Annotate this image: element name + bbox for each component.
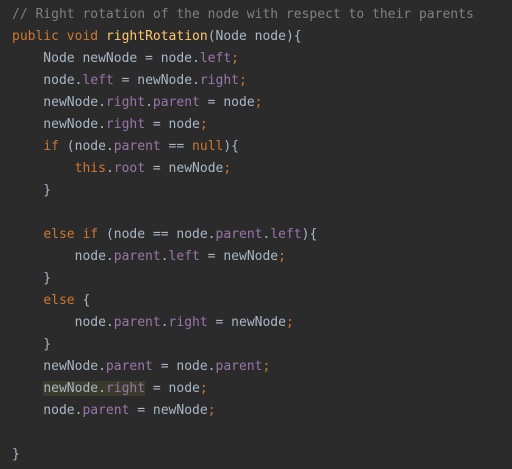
code-token: if	[43, 139, 67, 154]
code-token: right	[168, 315, 208, 330]
code-token: ;	[199, 381, 208, 396]
code-token: Node newNode = node.	[12, 51, 200, 66]
code-token: ;	[239, 73, 247, 88]
code-token: else	[43, 293, 83, 308]
code-token: ;	[231, 51, 239, 66]
code-line[interactable]: }	[12, 180, 51, 202]
code-token: ;	[223, 161, 232, 176]
code-token: = node.	[152, 359, 216, 374]
code-token: left	[168, 249, 200, 264]
code-token: newNode.	[12, 359, 106, 374]
code-line[interactable]: public void rightRotation(Node node){	[12, 26, 302, 48]
code-token: }	[12, 183, 52, 198]
code-token: ;	[262, 359, 271, 374]
code-line[interactable]: }	[12, 334, 51, 356]
code-token: }	[12, 271, 52, 286]
code-token: parent	[105, 359, 153, 374]
code-line[interactable]: else {	[12, 290, 90, 312]
code-token: rightRotation	[105, 29, 208, 44]
code-token: else	[43, 227, 83, 242]
code-token: right	[105, 95, 146, 110]
code-token: ;	[285, 315, 294, 330]
code-token: }	[12, 337, 52, 352]
code-line[interactable]: newNode.right = node;	[12, 114, 208, 136]
code-token: ){	[223, 139, 240, 154]
code-line[interactable]: if (node.parent == null){	[12, 136, 239, 158]
code-token: // Right rotation of the node with respe…	[12, 7, 474, 22]
code-token: left	[199, 51, 232, 66]
code-token: = newNode	[129, 403, 208, 418]
code-line[interactable]: node.parent.right = newNode;	[12, 312, 294, 334]
code-token: void	[66, 29, 106, 44]
highlighted-token: right	[105, 381, 146, 396]
code-line[interactable]: }	[12, 444, 20, 466]
code-token: left	[82, 73, 114, 88]
code-token: = newNode	[199, 249, 279, 264]
code-line[interactable]: newNode.parent = node.parent;	[12, 356, 270, 378]
code-line[interactable]: // Right rotation of the node with respe…	[12, 4, 474, 26]
code-token: }	[12, 447, 20, 462]
code-token: public	[12, 29, 67, 44]
code-token: node.	[12, 315, 114, 330]
code-token: parent	[152, 95, 200, 110]
code-token: parent	[215, 227, 263, 242]
code-token: ;	[278, 249, 286, 264]
code-token: = node	[145, 381, 200, 396]
code-token: node.	[12, 403, 83, 418]
code-token: right	[105, 117, 146, 132]
code-token: this	[74, 161, 106, 176]
code-token: parent	[113, 139, 161, 154]
code-token: ;	[254, 95, 263, 110]
code-token: .	[145, 95, 153, 110]
code-token: (node == node.	[105, 227, 216, 242]
code-token: parent	[215, 359, 263, 374]
code-token: .	[160, 249, 169, 264]
code-token: = node	[199, 95, 255, 110]
code-line[interactable]: else if (node == node.parent.left){	[12, 224, 317, 246]
code-token: = newNode	[207, 315, 286, 330]
code-token: right	[199, 73, 239, 88]
code-line[interactable]: newNode.right = node;	[12, 378, 208, 400]
code-line[interactable]: this.root = newNode;	[12, 158, 232, 180]
code-token: ;	[207, 403, 216, 418]
code-token: = newNode.	[113, 73, 200, 88]
code-token: node.	[12, 73, 83, 88]
code-token: = newNode	[145, 161, 224, 176]
code-token: root	[113, 161, 146, 176]
code-token: left	[270, 227, 302, 242]
code-token: .	[160, 315, 169, 330]
code-line[interactable]: node.left = newNode.right;	[12, 70, 247, 92]
code-token: {	[82, 293, 91, 308]
code-token: parent	[82, 403, 130, 418]
code-token: = node	[145, 117, 200, 132]
code-token: null	[192, 139, 224, 154]
code-token: ;	[199, 117, 208, 132]
code-token: ==	[160, 139, 193, 154]
code-token: parent	[113, 315, 161, 330]
highlighted-token: newNode.	[43, 381, 106, 396]
code-line[interactable]: newNode.right.parent = node;	[12, 92, 262, 114]
code-line[interactable]: node.parent = newNode;	[12, 400, 216, 422]
code-line[interactable]: }	[12, 268, 51, 290]
code-token: (node.	[66, 139, 114, 154]
code-editor[interactable]: // Right rotation of the node with respe…	[0, 0, 512, 469]
code-token: node.	[12, 249, 114, 264]
code-token: (Node node){	[207, 29, 302, 44]
code-token: ){	[301, 227, 318, 242]
code-line[interactable]: Node newNode = node.left;	[12, 48, 239, 70]
code-line[interactable]: node.parent.left = newNode;	[12, 246, 286, 268]
code-token: .	[105, 161, 114, 176]
code-token: newNode.	[12, 95, 106, 110]
code-token: parent	[113, 249, 161, 264]
code-token: if	[82, 227, 106, 242]
code-token: newNode.	[12, 117, 106, 132]
